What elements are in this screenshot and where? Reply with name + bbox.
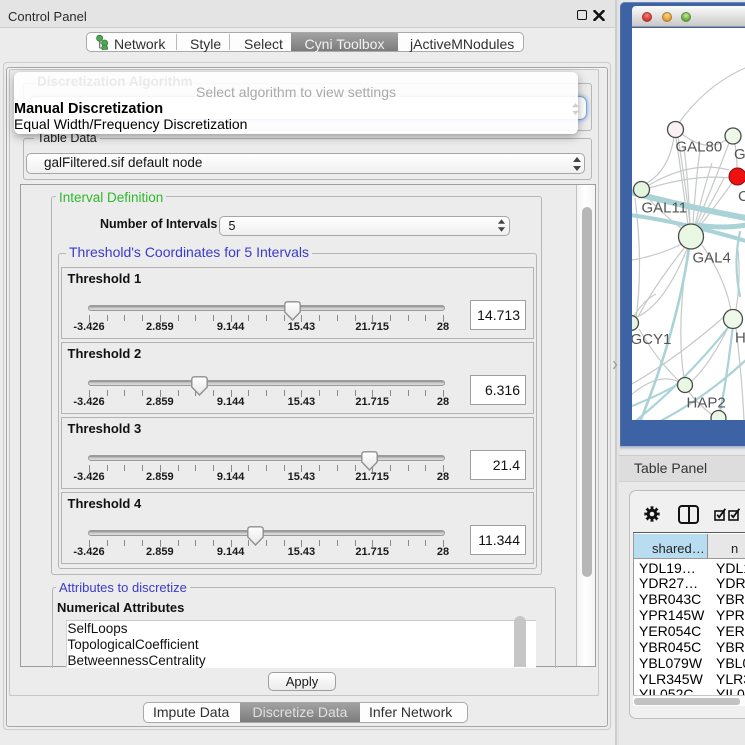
- svg-text:HAP2: HAP2: [687, 395, 726, 412]
- svg-text:GAL11: GAL11: [642, 200, 688, 217]
- svg-text:C: C: [738, 188, 745, 205]
- svg-text:GAL80: GAL80: [676, 139, 723, 156]
- svg-text:H: H: [735, 330, 745, 347]
- svg-text:G.: G.: [734, 146, 745, 163]
- svg-text:GAL4: GAL4: [693, 250, 731, 267]
- svg-text:GCY1: GCY1: [632, 331, 671, 348]
